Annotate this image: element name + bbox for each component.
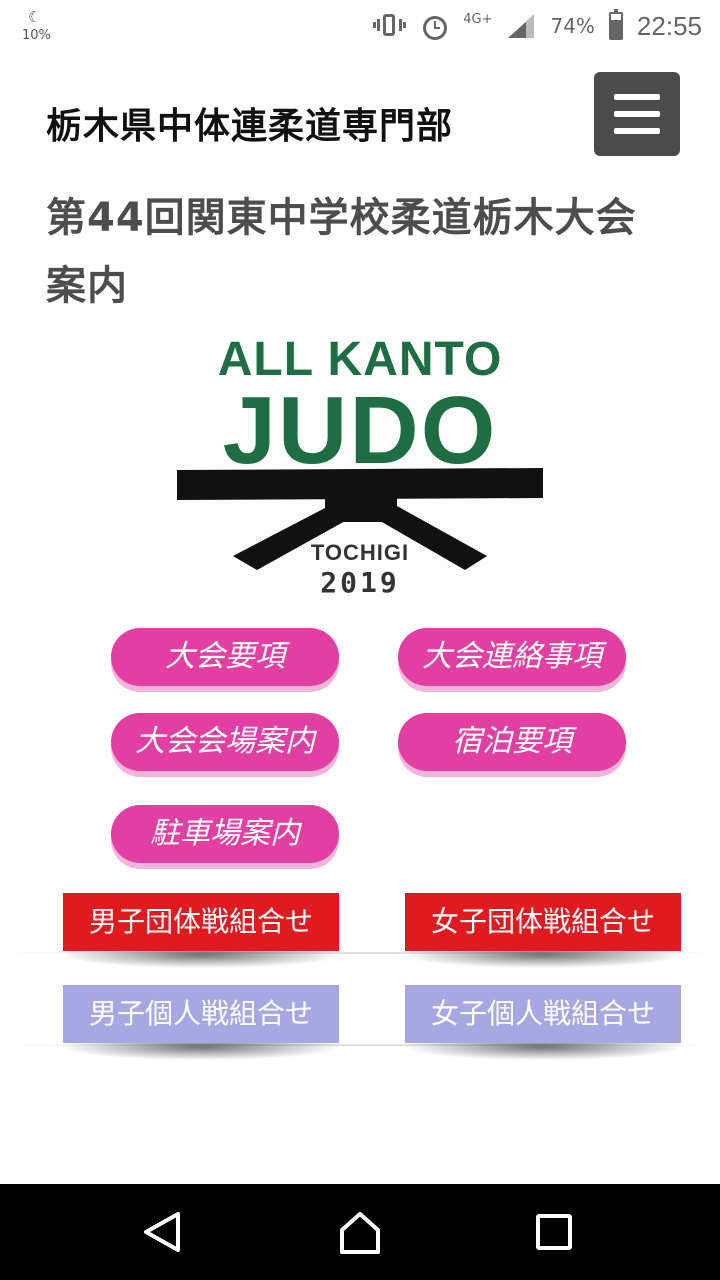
status-icons: 4G+ 74% 22:55 <box>373 8 702 44</box>
site-title[interactable]: 栃木県中体連柔道専門部 <box>46 97 453 149</box>
back-icon[interactable] <box>140 1208 184 1256</box>
moon-icon: ☾ <box>28 8 42 26</box>
event-logo: ALL KANTO JUDO TOCHIGI 2019 <box>175 318 545 618</box>
battery-percent: 74% <box>550 14 595 38</box>
vibrate-icon <box>373 11 407 41</box>
hamburger-menu-icon <box>614 94 660 100</box>
btn-chushajo-annai[interactable]: 駐車場案内 <box>111 805 339 863</box>
battery-saver-indicator: ☾ 10% <box>22 8 62 48</box>
btn-boys-individual-draw[interactable]: 男子個人戦組合せ <box>63 985 339 1043</box>
alarm-icon <box>421 12 449 40</box>
logo-year: 2019 <box>320 566 400 599</box>
network-type: 4G+ <box>463 11 493 27</box>
btn-boys-team-draw[interactable]: 男子団体戦組合せ <box>63 893 339 951</box>
btn-girls-individual-draw[interactable]: 女子個人戦組合せ <box>405 985 681 1043</box>
status-bar: ☾ 10% 4G+ 74% 22:55 <box>0 0 720 52</box>
logo-city: TOCHIGI <box>310 540 410 565</box>
recents-icon[interactable] <box>536 1214 572 1250</box>
btn-taikai-yoko[interactable]: 大会要項 <box>111 628 339 686</box>
btn-taikai-renraku[interactable]: 大会連絡事項 <box>398 628 626 686</box>
btn-kaijo-annai[interactable]: 大会会場案内 <box>111 713 339 771</box>
hamburger-bar <box>614 128 660 134</box>
btn-girls-team-draw[interactable]: 女子団体戦組合せ <box>405 893 681 951</box>
page-title: 第44回関東中学校柔道栃木大会案内 <box>46 195 637 309</box>
home-icon[interactable] <box>338 1208 382 1256</box>
battery-icon <box>608 9 623 40</box>
clock: 22:55 <box>636 10 702 41</box>
btn-shukuhaku-yoko[interactable]: 宿泊要項 <box>398 713 626 771</box>
signal-icon <box>508 14 535 38</box>
menu-button[interactable] <box>594 72 680 156</box>
battery-saver-text: 10% <box>22 28 51 43</box>
hamburger-bar <box>614 111 660 117</box>
